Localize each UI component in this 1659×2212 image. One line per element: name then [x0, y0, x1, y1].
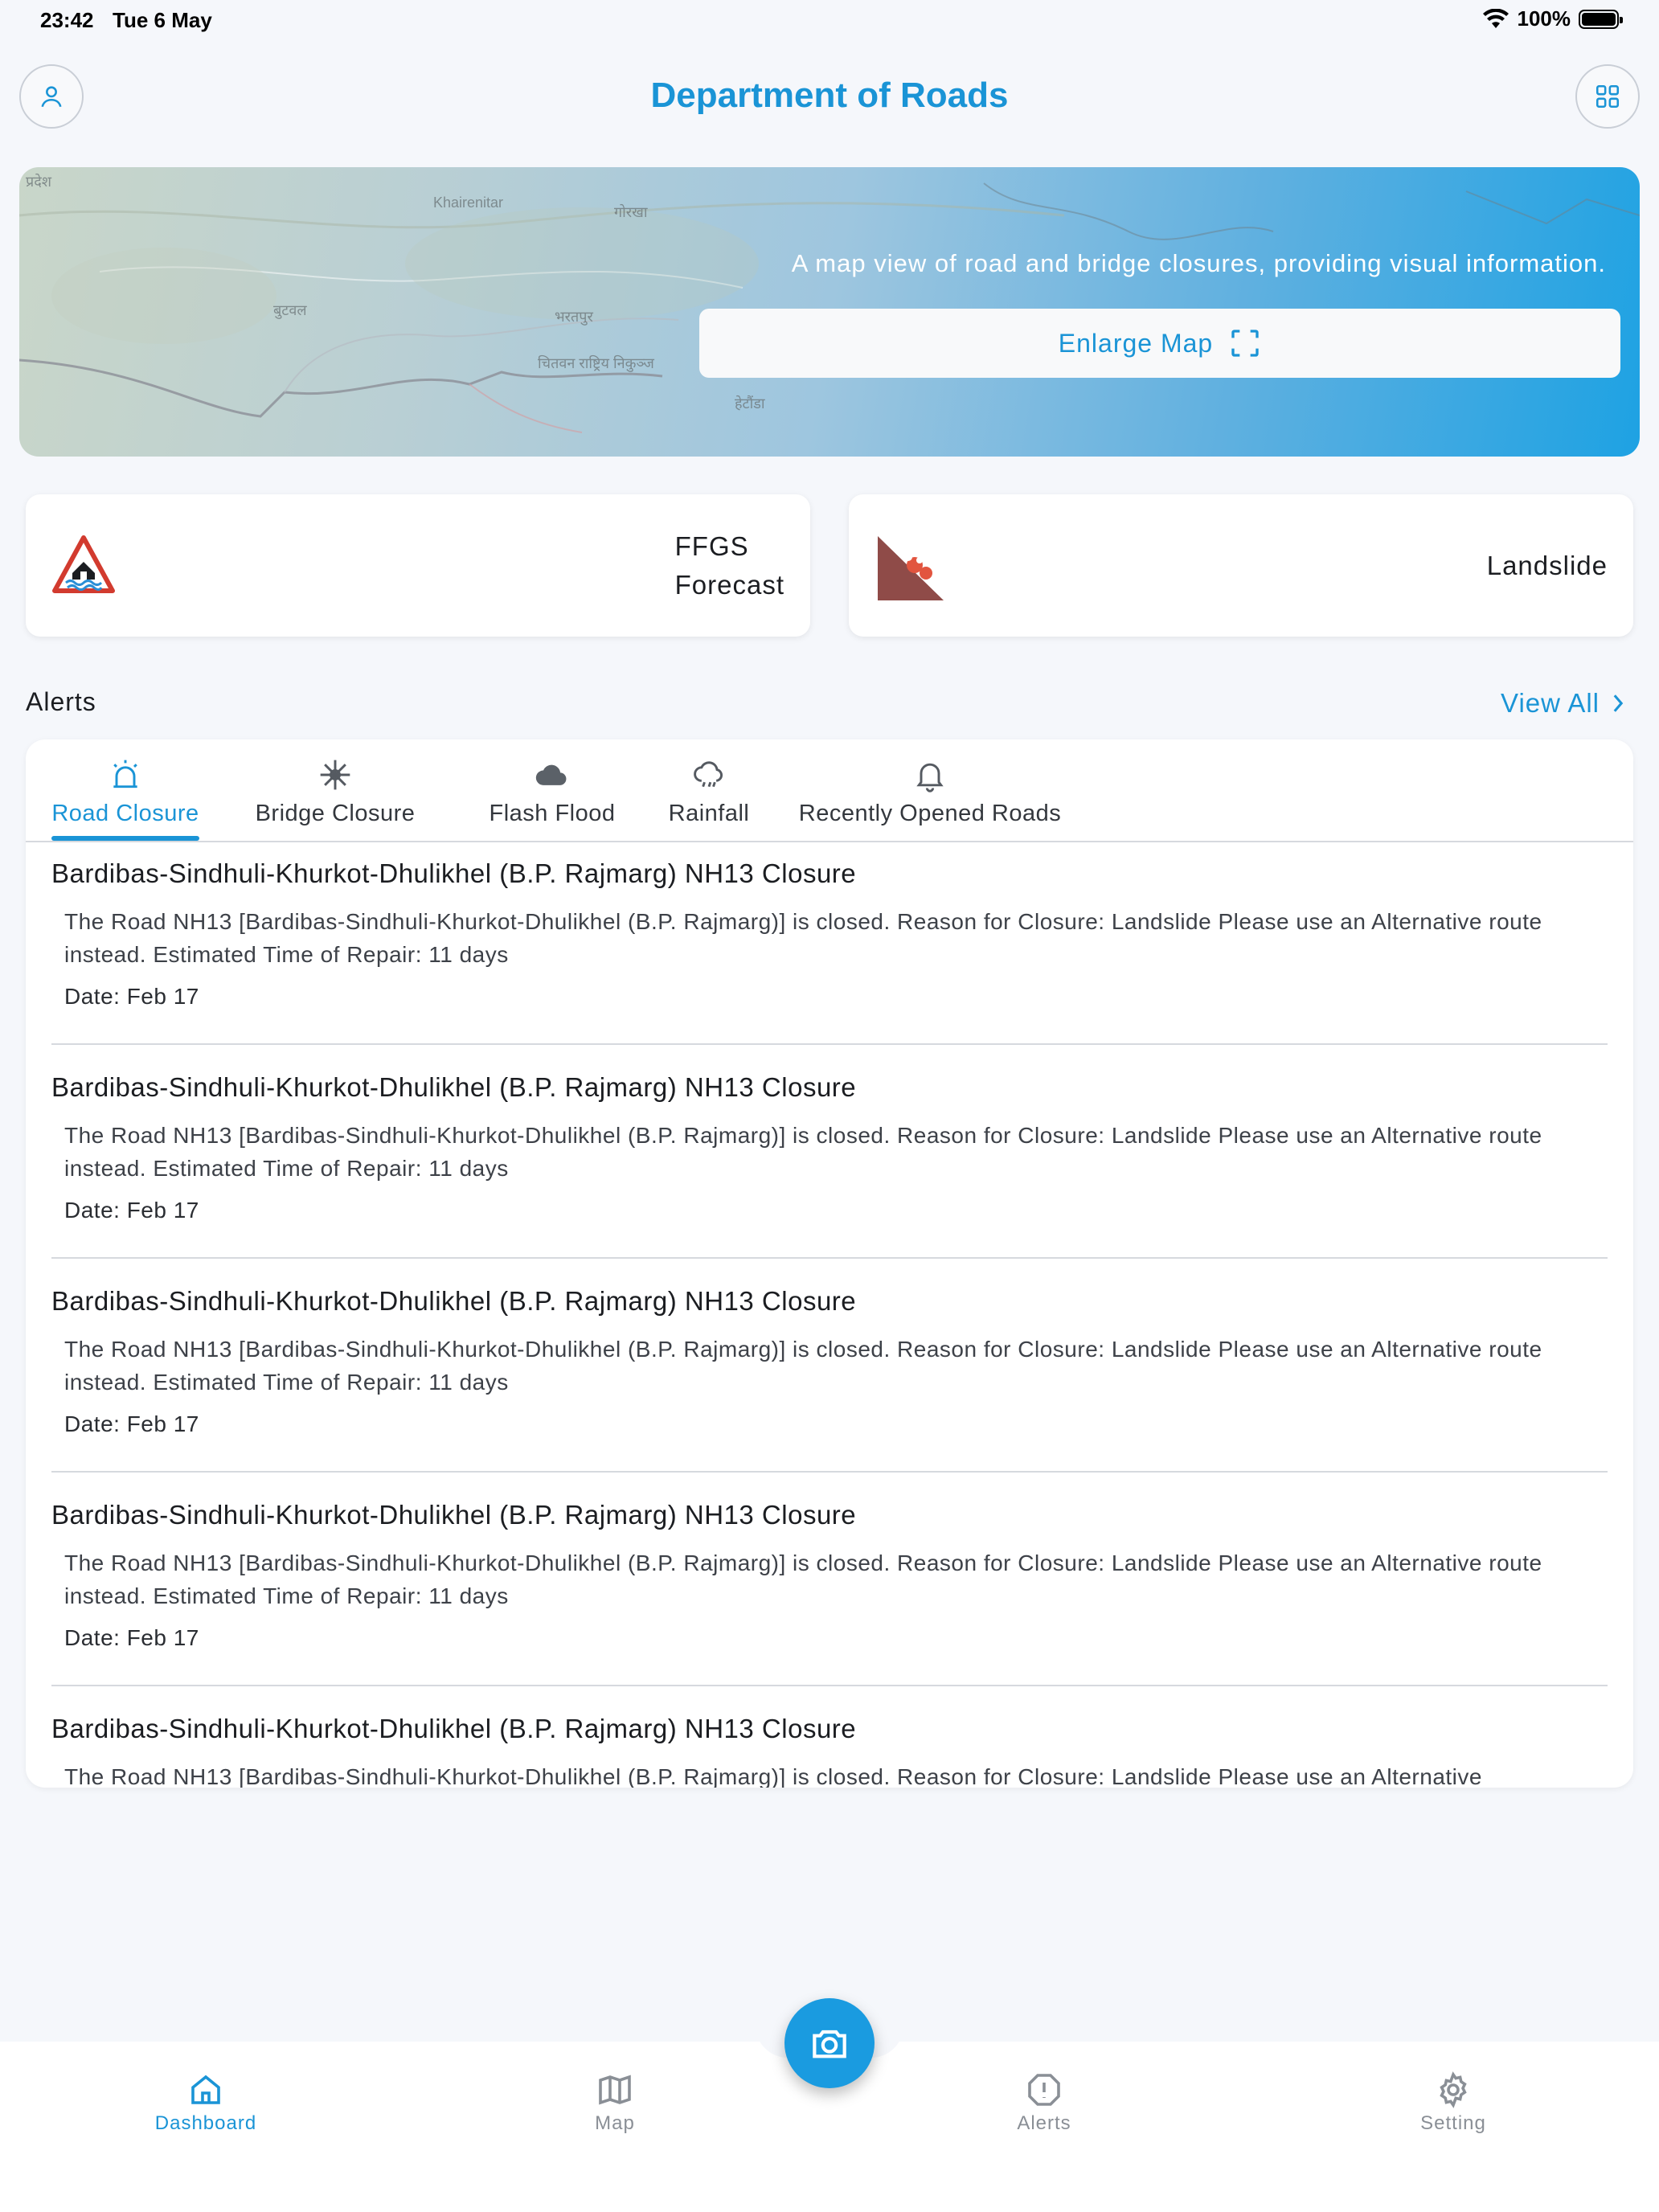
- alert-list-item[interactable]: Bardibas-Sindhuli-Khurkot-Dhulikhel (B.P…: [51, 1072, 1608, 1259]
- active-tab-indicator: [51, 836, 199, 841]
- nav-label: Dashboard: [154, 2112, 257, 2134]
- page-title: Department of Roads: [650, 76, 1009, 115]
- grid-menu-button[interactable]: [1575, 64, 1640, 129]
- map-label: बुटवल: [273, 302, 307, 318]
- ffgs-card-label: FFGS Forecast: [675, 527, 784, 604]
- bridge-icon: [320, 760, 350, 790]
- tab-flash-flood[interactable]: Flash Flood: [460, 757, 645, 827]
- alerts-panel: Road Closure Bridge Closure Flash Flood …: [26, 739, 1633, 1788]
- status-bar: 23:42 Tue 6 May 100%: [0, 0, 1659, 39]
- tab-label: Road Closure: [51, 801, 199, 826]
- nav-label: Alerts: [1017, 2112, 1071, 2134]
- landslide-icon: [878, 536, 944, 600]
- battery-percent: 100%: [1517, 6, 1571, 31]
- alert-circle-icon: [1028, 2074, 1060, 2106]
- map-banner[interactable]: प्रदेश Khairenitar गोरखा बुटवल भरतपुर चि…: [19, 167, 1640, 457]
- tab-label: Flash Flood: [489, 801, 616, 826]
- map-icon: [599, 2075, 631, 2105]
- ffgs-label-line1: FFGS: [674, 530, 749, 561]
- battery-icon: [1579, 9, 1623, 29]
- map-description: A map view of road and bridge closures, …: [791, 249, 1606, 277]
- nav-setting[interactable]: Setting: [1373, 2071, 1534, 2135]
- nav-map[interactable]: Map: [535, 2071, 695, 2135]
- rain-cloud-icon: [694, 761, 723, 788]
- map-label: गोरखा: [614, 204, 648, 220]
- alerts-heading: Alerts: [26, 687, 96, 716]
- camera-button[interactable]: [784, 1998, 875, 2088]
- alert-body: The Road NH13 [Bardibas-Sindhuli-Khurkot…: [64, 1550, 1542, 1608]
- camera-icon: [813, 2030, 846, 2058]
- app-header: Department of Roads: [0, 64, 1659, 132]
- alert-title: Bardibas-Sindhuli-Khurkot-Dhulikhel (B.P…: [51, 1072, 857, 1102]
- tab-label: Bridge Closure: [255, 801, 416, 826]
- fullscreen-icon: [1231, 330, 1259, 357]
- alert-date: Date: Feb 17: [64, 984, 199, 1009]
- enlarge-map-button[interactable]: Enlarge Map: [699, 309, 1620, 378]
- view-all-label: View All: [1501, 688, 1600, 718]
- alert-list-item[interactable]: Bardibas-Sindhuli-Khurkot-Dhulikhel (B.P…: [51, 858, 1608, 1045]
- ffgs-forecast-card[interactable]: FFGS Forecast: [26, 494, 810, 637]
- alert-body: The Road NH13 [Bardibas-Sindhuli-Khurkot…: [64, 909, 1542, 967]
- nav-alerts[interactable]: Alerts: [964, 2071, 1124, 2135]
- landslide-card-label: Landslide: [1487, 547, 1608, 585]
- tab-label: Recently Opened Roads: [798, 801, 1062, 826]
- landslide-label: Landslide: [1486, 550, 1608, 580]
- alert-title: Bardibas-Sindhuli-Khurkot-Dhulikhel (B.P…: [51, 1500, 857, 1530]
- alert-date: Date: Feb 17: [64, 1625, 199, 1650]
- status-indicators: 100%: [1482, 6, 1623, 31]
- alert-title: Bardibas-Sindhuli-Khurkot-Dhulikhel (B.P…: [51, 1286, 857, 1316]
- wifi-icon: [1482, 8, 1509, 28]
- alert-title: Bardibas-Sindhuli-Khurkot-Dhulikhel (B.P…: [51, 858, 857, 888]
- alert-body: The Road NH13 [Bardibas-Sindhuli-Khurkot…: [64, 1123, 1542, 1181]
- map-label: प्रदेश: [26, 174, 52, 190]
- home-icon: [191, 2075, 220, 2104]
- bell-icon: [916, 763, 944, 793]
- map-label: हेटौंडा: [735, 395, 765, 412]
- grid-icon: [1596, 84, 1620, 109]
- alert-list-item[interactable]: Bardibas-Sindhuli-Khurkot-Dhulikhel (B.P…: [51, 1714, 1608, 1788]
- enlarge-map-label: Enlarge Map: [1058, 328, 1214, 358]
- alert-date: Date: Feb 17: [64, 1411, 199, 1436]
- map-label: चितवन राष्ट्रिय निकुञ्ज: [538, 355, 654, 371]
- tab-recently-opened-roads[interactable]: Recently Opened Roads: [789, 757, 1071, 827]
- landslide-card[interactable]: Landslide: [849, 494, 1633, 637]
- alert-date: Date: Feb 17: [64, 1198, 199, 1223]
- alert-title: Bardibas-Sindhuli-Khurkot-Dhulikhel (B.P…: [51, 1714, 857, 1743]
- gear-icon: [1440, 2071, 1467, 2108]
- alert-body: The Road NH13 [Bardibas-Sindhuli-Khurkot…: [64, 1337, 1542, 1395]
- tab-label: Rainfall: [668, 801, 750, 826]
- status-date: Tue 6 May: [113, 8, 212, 32]
- map-label: Khairenitar: [433, 195, 504, 211]
- nav-label: Map: [595, 2112, 635, 2134]
- ffgs-label-line2: Forecast: [674, 569, 784, 600]
- view-all-link[interactable]: View All: [1501, 688, 1625, 719]
- alert-tabs: Road Closure Bridge Closure Flash Flood …: [26, 739, 1633, 842]
- alert-body: The Road NH13 [Bardibas-Sindhuli-Khurkot…: [64, 1764, 1482, 1788]
- alert-list-item[interactable]: Bardibas-Sindhuli-Khurkot-Dhulikhel (B.P…: [51, 1286, 1608, 1473]
- status-time: 23:42: [40, 8, 94, 32]
- alert-list-item[interactable]: Bardibas-Sindhuli-Khurkot-Dhulikhel (B.P…: [51, 1500, 1608, 1686]
- flood-warning-icon: [52, 535, 115, 593]
- tab-rainfall[interactable]: Rainfall: [637, 757, 781, 827]
- cloud-icon: [535, 764, 567, 785]
- tab-road-closure[interactable]: Road Closure: [51, 757, 199, 827]
- nav-dashboard[interactable]: Dashboard: [125, 2071, 286, 2135]
- tab-bridge-closure[interactable]: Bridge Closure: [243, 757, 428, 827]
- chevron-right-icon: [1613, 694, 1624, 712]
- siren-icon: [113, 760, 137, 789]
- nav-label: Setting: [1420, 2112, 1486, 2134]
- map-label: भरतपुर: [555, 309, 593, 325]
